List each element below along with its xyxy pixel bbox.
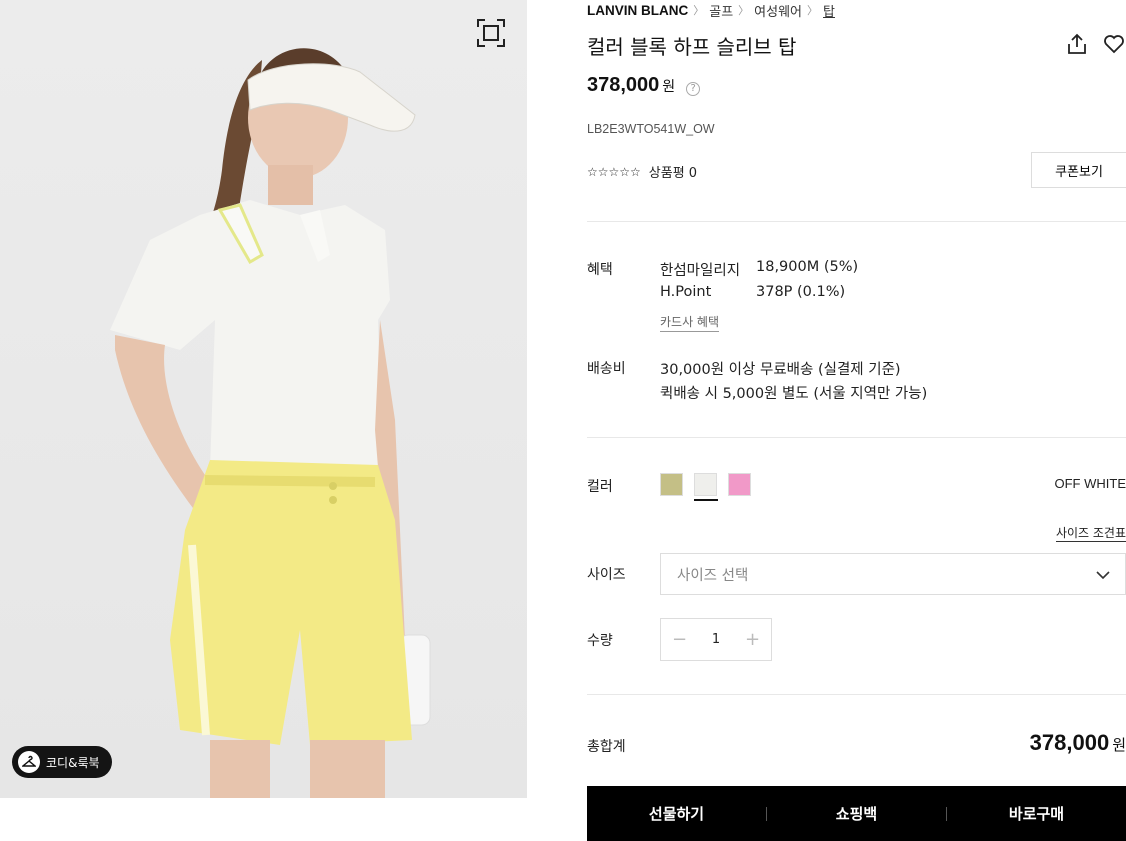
breadcrumb-item-golf[interactable]: 골프 [709,1,733,20]
add-to-cart-button[interactable]: 쇼핑백 [767,803,946,824]
benefit-label: 혜택 [587,262,613,278]
chevron-right-icon: 〉 [693,4,705,17]
color-label: 컬러 [587,479,613,495]
buy-now-button[interactable]: 바로구매 [947,803,1126,824]
divider [587,221,1126,222]
chevron-down-icon [1096,571,1110,580]
color-swatch-pink[interactable] [728,473,751,496]
chevron-right-icon: 〉 [807,4,819,17]
quantity-label: 수량 [587,633,613,649]
coordi-lookbook-label: 코디&룩북 [46,755,100,770]
quantity-stepper: − + [660,618,772,661]
rating: ☆☆☆☆☆ 상품평 0 [587,162,697,182]
benefit-row-mileage: 한섬마일리지 18,900M (5%) [660,259,858,280]
benefit-name: 한섬마일리지 [660,263,741,279]
review-count[interactable]: 상품평 0 [649,162,697,181]
star-rating-icon: ☆☆☆☆☆ [587,164,641,179]
price-help-icon[interactable]: ? [686,82,701,96]
quantity-input[interactable] [698,632,734,647]
product-title: 컬러 블록 하프 슬리브 탑 [587,35,797,59]
coordi-lookbook-button[interactable]: 코디&룩북 [12,746,112,778]
color-swatch-khaki[interactable] [660,473,683,496]
product-price: 378,000 원 ? [587,74,701,97]
total-label: 총합계 [587,739,626,755]
size-guide-link[interactable]: 사이즈 조견표 [1055,524,1126,542]
shipping-info-line: 30,000원 이상 무료배송 (실결제 기준) [660,362,901,378]
size-select[interactable]: 사이즈 선택 [660,553,1126,595]
hanger-icon [18,751,40,773]
benefit-name: H.Point [660,284,712,300]
shipping-label: 배송비 [587,361,626,377]
product-image: 코디&룩북 [0,0,527,798]
view-coupon-button[interactable]: 쿠폰보기 [1031,152,1126,188]
divider [587,437,1126,438]
price-unit: 원 [662,79,676,95]
product-photo-illustration [110,48,431,798]
share-icon[interactable] [1065,32,1089,56]
card-benefit-link[interactable]: 카드사 혜택 [660,313,720,332]
breadcrumb-brand[interactable]: LANVIN BLANC [587,3,688,18]
wishlist-heart-icon[interactable] [1102,32,1126,56]
total-price-value: 378,000 [1029,730,1110,755]
size-select-placeholder: 사이즈 선택 [677,567,749,584]
fullscreen-icon[interactable] [476,18,506,48]
shipping-info-line: 퀵배송 시 5,000원 별도 (서울 지역만 가능) [660,386,928,402]
benefit-value: 378P (0.1%) [756,284,846,300]
selected-color-name: OFF WHITE [1054,476,1126,491]
selected-swatch-indicator [694,499,718,501]
increase-quantity-button[interactable]: + [734,619,771,660]
price-value: 378,000 [587,74,660,96]
product-info-panel: LANVIN BLANC 〉 골프 〉 여성웨어 〉 탑 컬러 블록 하프 슬리… [587,0,1126,841]
breadcrumb-item-womens-wear[interactable]: 여성웨어 [754,1,802,20]
total-price-unit: 원 [1112,736,1126,754]
decrease-quantity-button[interactable]: − [661,619,698,660]
product-code: LB2E3WTO541W_OW [587,122,715,136]
benefit-row-hpoint: H.Point 378P (0.1%) [660,284,845,300]
gift-button[interactable]: 선물하기 [587,803,766,824]
breadcrumb-item-top[interactable]: 탑 [823,1,835,20]
breadcrumb: LANVIN BLANC 〉 골프 〉 여성웨어 〉 탑 [587,0,835,20]
color-swatch-off-white[interactable] [694,473,717,496]
divider [587,694,1126,695]
benefit-value: 18,900M (5%) [756,259,859,275]
purchase-action-bar: 선물하기 쇼핑백 바로구매 [587,786,1126,841]
total-price: 378,000 원 [1030,730,1126,756]
size-label: 사이즈 [587,567,626,583]
chevron-right-icon: 〉 [738,4,750,17]
